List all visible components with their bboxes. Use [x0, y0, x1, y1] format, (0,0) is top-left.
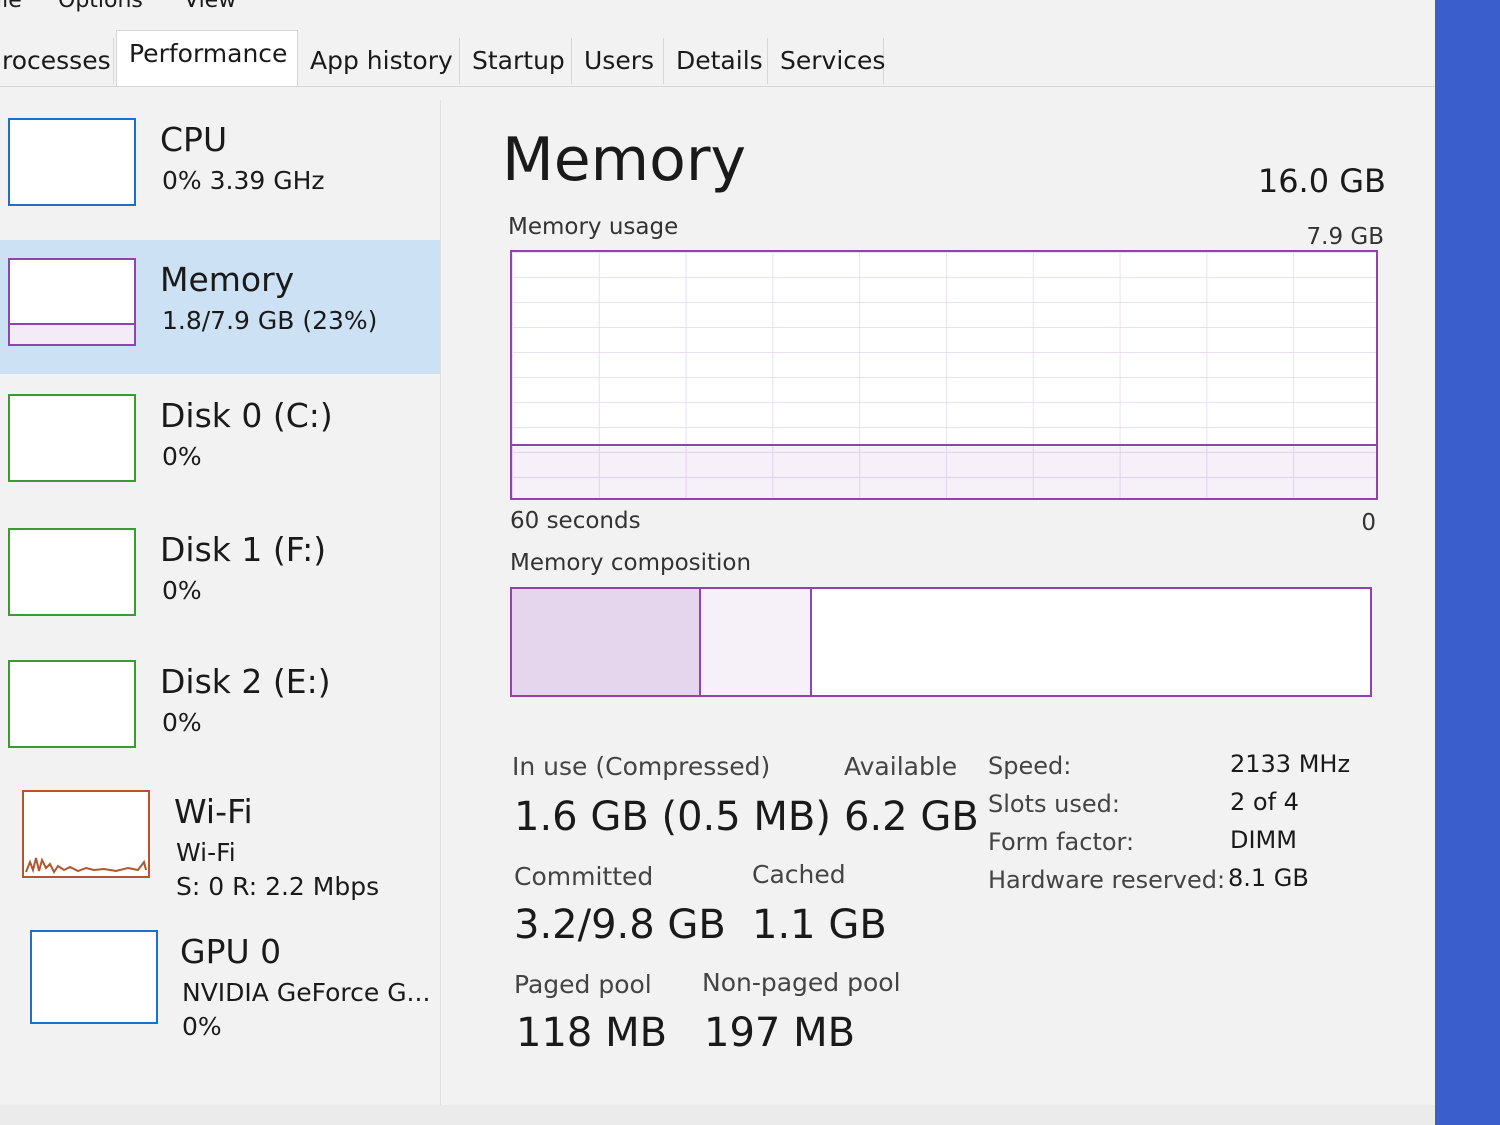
- graph-time-span: 60 seconds: [510, 508, 641, 534]
- sidebar-item-cpu[interactable]: CPU 0% 3.39 GHz: [0, 100, 440, 234]
- page-title: Memory: [502, 125, 747, 195]
- available-label: Available: [844, 752, 958, 781]
- sidebar-item-subtitle: 0%: [162, 708, 202, 737]
- form-factor-label: Form factor:: [988, 828, 1135, 856]
- committed-value: 3.2/9.8 GB: [514, 902, 726, 948]
- disk-2-thumbnail-graph: [8, 660, 136, 748]
- form-factor-value: DIMM: [1230, 826, 1297, 854]
- sidebar-item-subtitle: 1.8/7.9 GB (23%): [162, 306, 378, 335]
- sidebar-item-memory[interactable]: Memory 1.8/7.9 GB (23%): [0, 240, 440, 374]
- cached-value: 1.1 GB: [752, 902, 887, 948]
- slots-used-label: Slots used:: [988, 790, 1120, 818]
- sidebar-item-disk-0[interactable]: Disk 0 (C:) 0%: [0, 376, 440, 510]
- memory-thumbnail-fill: [10, 322, 134, 344]
- sidebar-item-subtitle: NVIDIA GeForce G...: [182, 978, 431, 1007]
- sidebar-item-title: GPU 0: [180, 932, 282, 971]
- paged-pool-label: Paged pool: [514, 970, 652, 999]
- sidebar-item-subtitle: 0% 3.39 GHz: [162, 166, 325, 195]
- sidebar-item-title: Wi-Fi: [174, 792, 253, 831]
- tab-details[interactable]: Details: [664, 38, 768, 84]
- tab-processes[interactable]: rocesses: [0, 38, 114, 84]
- sidebar-item-disk-1[interactable]: Disk 1 (F:) 0%: [0, 510, 440, 644]
- memory-usage-graph: [510, 250, 1378, 500]
- paged-pool-value: 118 MB: [516, 1010, 668, 1056]
- non-paged-pool-value: 197 MB: [704, 1010, 856, 1056]
- sidebar-item-title: Disk 0 (C:): [160, 396, 333, 435]
- sidebar-item-subtitle: 0%: [162, 576, 202, 605]
- in-use-label: In use (Compressed): [512, 752, 771, 781]
- memory-usage-max: 7.9 GB: [1306, 224, 1385, 250]
- memory-usage-label: Memory usage: [508, 214, 679, 240]
- graph-time-zero: 0: [1361, 510, 1376, 536]
- memory-composition-label: Memory composition: [510, 550, 752, 576]
- wifi-thumbnail-graph: [22, 790, 150, 878]
- sidebar-item-title: Disk 1 (F:): [160, 530, 327, 569]
- tab-startup[interactable]: Startup: [460, 38, 572, 84]
- menu-view[interactable]: View: [184, 0, 236, 13]
- cached-label: Cached: [752, 860, 846, 889]
- composition-standby-segment: [700, 589, 813, 695]
- memory-usage-fill: [512, 444, 1376, 498]
- window-bottom-edge: [0, 1105, 1435, 1125]
- wifi-activity-sparkline: [25, 857, 147, 874]
- hardware-reserved-label: Hardware reserved:: [988, 866, 1226, 894]
- task-manager-window: ile Options View rocesses Performance Ap…: [0, 0, 1435, 1125]
- cpu-thumbnail-graph: [8, 118, 136, 206]
- tab-app-history[interactable]: App history: [298, 38, 460, 84]
- speed-value: 2133 MHz: [1230, 750, 1351, 778]
- tab-services[interactable]: Services: [768, 38, 885, 84]
- tab-users[interactable]: Users: [572, 38, 664, 84]
- sidebar-item-gpu-0[interactable]: GPU 0 NVIDIA GeForce G... 0%: [0, 912, 440, 1046]
- sidebar-item-title: Disk 2 (E:): [160, 662, 331, 701]
- menu-file[interactable]: ile: [0, 0, 22, 13]
- tab-performance[interactable]: Performance: [116, 30, 298, 86]
- sidebar-item-usage: 0%: [182, 1012, 222, 1041]
- non-paged-pool-label: Non-paged pool: [702, 968, 901, 997]
- total-memory: 16.0 GB: [1257, 162, 1386, 200]
- sidebar-item-wifi[interactable]: Wi-Fi Wi-Fi S: 0 R: 2.2 Mbps: [0, 772, 440, 906]
- menu-options[interactable]: Options: [58, 0, 143, 13]
- memory-detail-panel: Memory 16.0 GB Memory usage 7.9 GB 60 se…: [460, 100, 1420, 1100]
- in-use-value: 1.6 GB (0.5 MB): [514, 794, 831, 840]
- disk-0-thumbnail-graph: [8, 394, 136, 482]
- committed-label: Committed: [514, 862, 654, 891]
- sidebar-item-throughput: S: 0 R: 2.2 Mbps: [176, 872, 380, 901]
- memory-thumbnail-graph: [8, 258, 136, 346]
- tab-bar: rocesses Performance App history Startup…: [0, 30, 1435, 87]
- memory-composition-bar: [510, 587, 1372, 697]
- sidebar-item-subtitle: 0%: [162, 442, 202, 471]
- gpu-thumbnail-graph: [30, 930, 158, 1024]
- resource-sidebar: CPU 0% 3.39 GHz Memory 1.8/7.9 GB (23%) …: [0, 100, 441, 1125]
- disk-1-thumbnail-graph: [8, 528, 136, 616]
- composition-in-use-segment: [512, 589, 701, 695]
- sidebar-item-subtitle: Wi-Fi: [176, 838, 236, 867]
- slots-used-value: 2 of 4: [1230, 788, 1299, 816]
- speed-label: Speed:: [988, 752, 1072, 780]
- sidebar-item-title: Memory: [160, 260, 295, 299]
- available-value: 6.2 GB: [844, 794, 979, 840]
- sidebar-item-disk-2[interactable]: Disk 2 (E:) 0%: [0, 642, 440, 776]
- sidebar-item-title: CPU: [160, 120, 228, 159]
- hardware-reserved-value: 8.1 GB: [1228, 864, 1309, 892]
